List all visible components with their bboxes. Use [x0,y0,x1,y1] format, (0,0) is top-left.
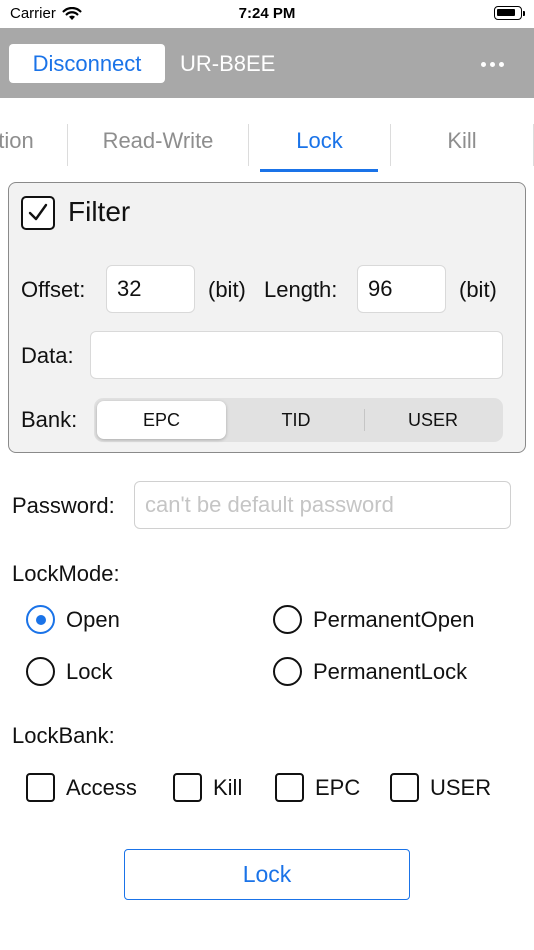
ellipsis-icon[interactable] [481,62,504,67]
bank-label: Bank: [21,407,78,432]
active-tab-indicator [260,169,378,172]
password-label: Password: [12,493,115,518]
filter-label: Filter [68,196,131,227]
status-time: 7:24 PM [238,5,296,22]
battery-icon [494,6,525,20]
status-bar: Carrier 7:24 PM [0,0,534,28]
offset-unit: (bit) [208,277,246,302]
radio-lock[interactable] [26,657,55,686]
navigation-bar: Disconnect UR-B8EE [0,28,534,98]
segment-divider [364,409,365,431]
password-placeholder: can't be default password [145,492,394,517]
checkbox-access-label: Access [66,775,137,800]
length-unit: (bit) [459,277,497,302]
length-label: Length: [264,277,338,302]
tab-read-write[interactable]: Read-Write [68,124,248,158]
filter-panel: Filter Offset: 32 (bit) Length: 96 (bit)… [8,182,526,453]
checkbox-access[interactable] [26,773,55,802]
data-input[interactable] [90,331,503,379]
radio-permanent-lock-label: PermanentLock [313,659,468,684]
tab-bar: tion Read-Write Lock Kill [0,98,534,174]
radio-permanent-lock[interactable] [273,657,302,686]
tab-lock[interactable]: Lock [249,124,390,158]
radio-open[interactable] [26,605,55,634]
bank-option-tid[interactable]: TID [229,401,363,439]
data-label: Data: [21,343,74,368]
length-input[interactable]: 96 [357,265,446,313]
disconnect-button[interactable]: Disconnect [9,44,165,83]
bank-option-user[interactable]: USER [366,401,500,439]
radio-permanent-open-label: PermanentOpen [313,607,475,632]
lock-bank-label: LockBank: [12,723,115,748]
tab-kill[interactable]: Kill [391,124,533,158]
checkbox-user[interactable] [390,773,419,802]
checkbox-kill[interactable] [173,773,202,802]
device-name: UR-B8EE [180,51,276,76]
radio-permanent-open[interactable] [273,605,302,634]
bank-segmented-control: EPC TID USER [94,398,503,442]
tab-partial[interactable]: tion [0,124,46,158]
lock-button[interactable]: Lock [124,849,410,900]
checkbox-epc[interactable] [275,773,304,802]
offset-input[interactable]: 32 [106,265,195,313]
radio-open-label: Open [66,607,120,632]
offset-label: Offset: [21,277,86,302]
checkbox-kill-label: Kill [213,775,243,800]
password-input[interactable]: can't be default password [134,481,511,529]
bank-option-epc[interactable]: EPC [97,401,226,439]
checkbox-epc-label: EPC [315,775,361,800]
filter-checkbox[interactable] [21,196,55,230]
lock-mode-label: LockMode: [12,561,120,586]
radio-lock-label: Lock [66,659,113,684]
checkmark-icon [28,203,48,221]
checkbox-user-label: USER [430,775,492,800]
